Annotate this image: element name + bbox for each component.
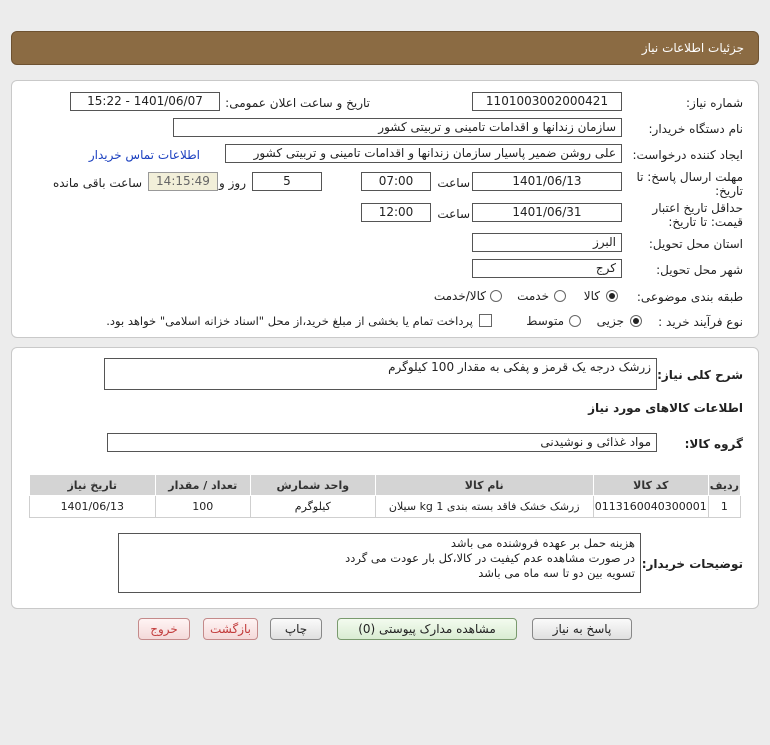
process-minor-radio[interactable]	[630, 315, 642, 327]
need-number-field: 1101003002000421	[472, 92, 622, 111]
category-goods-service-radio[interactable]	[490, 290, 502, 302]
validity-label-2: قیمت: تا تاریخ:	[668, 215, 743, 229]
col-row: ردیف	[707, 474, 742, 496]
cell-name: زرشک خشک فاقد بسته بندی 1 kg سیلان	[374, 495, 594, 518]
requester-label: ایجاد کننده درخواست:	[632, 148, 743, 162]
goods-group-field: مواد غذائی و نوشیدنی	[107, 433, 657, 452]
treasury-note: پرداخت تمام یا بخشی از مبلغ خرید،از محل …	[106, 314, 473, 328]
exit-button[interactable]: خروج	[138, 618, 190, 640]
buyer-notes-box: هزینه حمل بر عهده فروشنده می باشد در صور…	[118, 533, 641, 593]
cell-row: 1	[707, 495, 742, 518]
province-label: استان محل تحویل:	[648, 237, 743, 251]
process-minor-label: جزیی	[596, 314, 624, 328]
note-line: در صورت مشاهده عدم کیفیت در کالا،کل بار …	[345, 551, 635, 565]
col-date: تاریخ نیاز	[29, 474, 156, 496]
note-line: هزینه حمل بر عهده فروشنده می باشد	[450, 536, 635, 550]
category-service-label: خدمت	[517, 289, 549, 303]
cell-unit: کیلوگرم	[249, 495, 376, 518]
validity-date-field: 1401/06/31	[472, 203, 622, 222]
announce-field: 1401/06/07 - 15:22	[70, 92, 220, 111]
reply-time-field: 07:00	[361, 172, 431, 191]
attachments-button[interactable]: مشاهده مدارک پیوستی (0)	[337, 618, 517, 640]
col-name: نام کالا	[374, 474, 594, 496]
reply-time-label: ساعت	[437, 176, 470, 190]
treasury-checkbox[interactable]	[479, 314, 492, 327]
table-header-row: ردیف کد کالا نام کالا واحد شمارش تعداد /…	[29, 474, 742, 496]
notes-label: توضیحات خریدار:	[641, 557, 743, 571]
process-label: نوع فرآیند خرید :	[658, 315, 743, 329]
days-field: 5	[252, 172, 322, 191]
goods-group-label: گروه کالا:	[684, 437, 743, 451]
category-goods-label: کالا	[583, 289, 600, 303]
process-medium-radio[interactable]	[569, 315, 581, 327]
buyer-org-field: سازمان زندانها و اقدامات تامینی و تربیتی…	[173, 118, 622, 137]
province-field: البرز	[472, 233, 622, 252]
requester-field: علی روشن ضمیر پاسیار سازمان زندانها و اق…	[225, 144, 622, 163]
note-line: تسویه بین دو تا سه ماه می باشد	[478, 566, 635, 580]
category-label: طبقه بندی موضوعی:	[636, 290, 743, 304]
back-button[interactable]: بازگشت	[203, 618, 258, 640]
col-unit: واحد شمارش	[249, 474, 376, 496]
validity-label: حداقل تاریخ اعتبار	[652, 201, 743, 215]
contact-buyer-link[interactable]: اطلاعات تماس خریدار	[89, 148, 200, 162]
reply-deadline-label: مهلت ارسال پاسخ: تا	[636, 170, 743, 184]
reply-date-field: 1401/06/13	[472, 172, 622, 191]
city-field: کرج	[472, 259, 622, 278]
need-number-label: شماره نیاز:	[686, 96, 743, 110]
buyer-org-label: نام دستگاه خریدار:	[648, 122, 744, 136]
summary-label: شرح کلی نیاز:	[657, 368, 743, 382]
col-code: کد کالا	[592, 474, 709, 496]
print-button[interactable]: چاپ	[270, 618, 322, 640]
city-label: شهر محل تحویل:	[656, 263, 743, 277]
validity-time-field: 12:00	[361, 203, 431, 222]
page-header: جزئیات اطلاعات نیاز	[11, 31, 759, 65]
page-title: جزئیات اطلاعات نیاز	[641, 41, 744, 55]
goods-info-title: اطلاعات کالاهای مورد نیاز	[588, 401, 743, 415]
cell-qty: 100	[154, 495, 251, 518]
category-service-radio[interactable]	[554, 290, 566, 302]
reply-deadline-label-2: تاریخ:	[715, 184, 743, 198]
process-medium-label: متوسط	[526, 314, 564, 328]
category-goods-service-label: کالا/خدمت	[433, 289, 486, 303]
validity-time-label: ساعت	[437, 207, 470, 221]
summary-field: زرشک درجه یک قرمز و پفکی به مقدار 100 کی…	[104, 358, 657, 390]
col-qty: تعداد / مقدار	[154, 474, 251, 496]
goods-table: ردیف کد کالا نام کالا واحد شمارش تعداد /…	[29, 474, 742, 518]
announce-label: تاریخ و ساعت اعلان عمومی:	[225, 96, 370, 110]
reply-button[interactable]: پاسخ به نیاز	[532, 618, 632, 640]
days-label: روز و	[219, 176, 246, 190]
remaining-time-label: ساعت باقی مانده	[52, 176, 142, 190]
cell-code: 0113160040300001	[592, 495, 709, 518]
table-row: 1 0113160040300001 زرشک خشک فاقد بسته بن…	[29, 495, 742, 518]
remaining-time-field: 14:15:49	[148, 172, 218, 191]
cell-date: 1401/06/13	[29, 495, 156, 518]
category-goods-radio[interactable]	[606, 290, 618, 302]
